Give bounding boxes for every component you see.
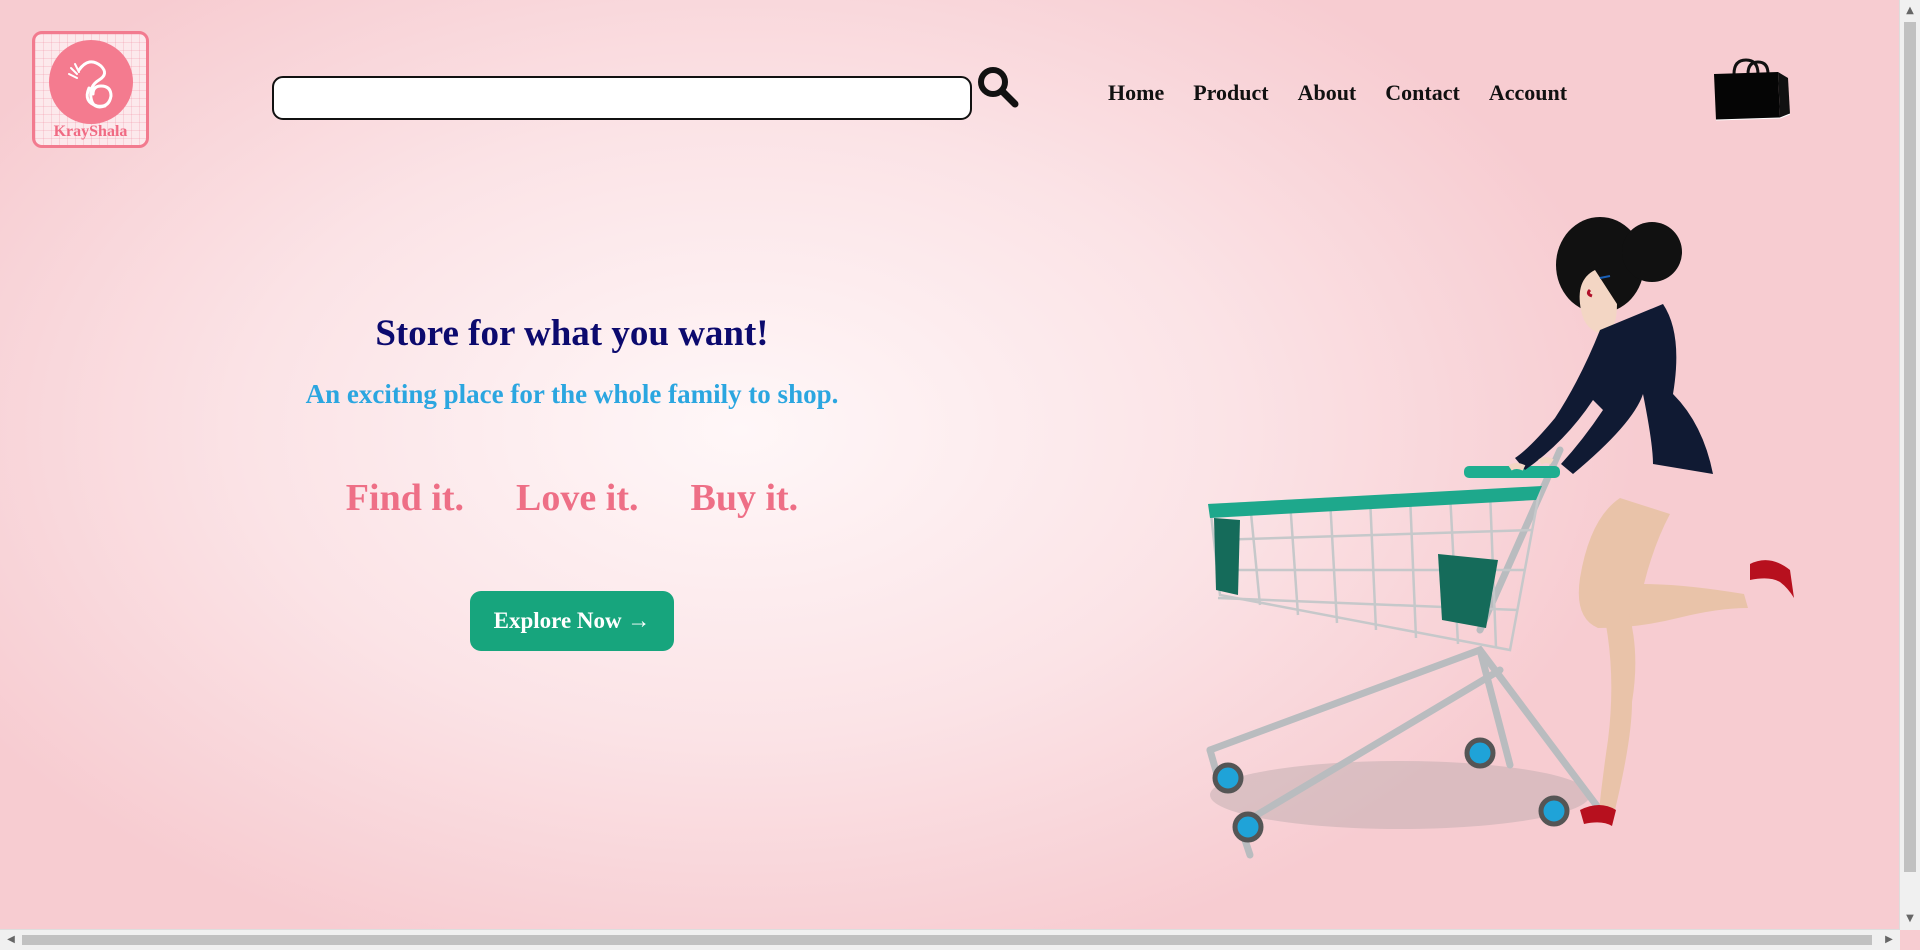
search-icon — [978, 67, 1019, 108]
nav-product[interactable]: Product — [1193, 80, 1268, 106]
shopping-bag-icon — [1714, 58, 1791, 121]
cart-button[interactable] — [1710, 58, 1792, 122]
search-button[interactable] — [975, 64, 1021, 110]
scroll-down-icon[interactable]: ▼ — [1900, 910, 1920, 928]
brand-logo[interactable]: KrayShala — [32, 31, 149, 148]
horizontal-scrollbar[interactable]: ◀ ▶ — [0, 929, 1900, 950]
hero-subtitle: An exciting place for the whole family t… — [305, 379, 839, 409]
nav-contact[interactable]: Contact — [1385, 80, 1460, 106]
hero-section: Store for what you want! An exciting pla… — [250, 312, 894, 520]
ganesha-icon — [68, 60, 113, 109]
tagline-find: Find it. — [345, 477, 465, 519]
tagline-buy: Buy it. — [690, 477, 799, 519]
logo-text: KrayShala — [53, 123, 128, 140]
vertical-scrollbar[interactable]: ▲ ▼ — [1899, 0, 1920, 930]
woman-with-shopping-cart-illustration — [1206, 217, 1794, 859]
hero-title: Store for what you want! — [375, 313, 769, 354]
vertical-scroll-thumb[interactable] — [1904, 22, 1916, 872]
main-nav: Home Product About Contact Account — [1108, 80, 1596, 106]
hero-tagline: Find it. Love it. Buy it. — [250, 476, 894, 520]
scroll-right-icon[interactable]: ▶ — [1880, 930, 1898, 950]
nav-about[interactable]: About — [1298, 80, 1357, 106]
woman-figure — [1508, 217, 1794, 826]
nav-account[interactable]: Account — [1489, 80, 1567, 106]
scroll-up-icon[interactable]: ▲ — [1900, 2, 1920, 20]
nav-home[interactable]: Home — [1108, 80, 1164, 106]
search-input[interactable] — [272, 76, 972, 120]
horizontal-scroll-thumb[interactable] — [22, 935, 1872, 945]
explore-now-button[interactable]: Explore Now → — [470, 591, 674, 651]
tagline-love: Love it. — [516, 477, 639, 519]
scroll-left-icon[interactable]: ◀ — [2, 930, 20, 950]
logo-emblem — [49, 40, 133, 124]
